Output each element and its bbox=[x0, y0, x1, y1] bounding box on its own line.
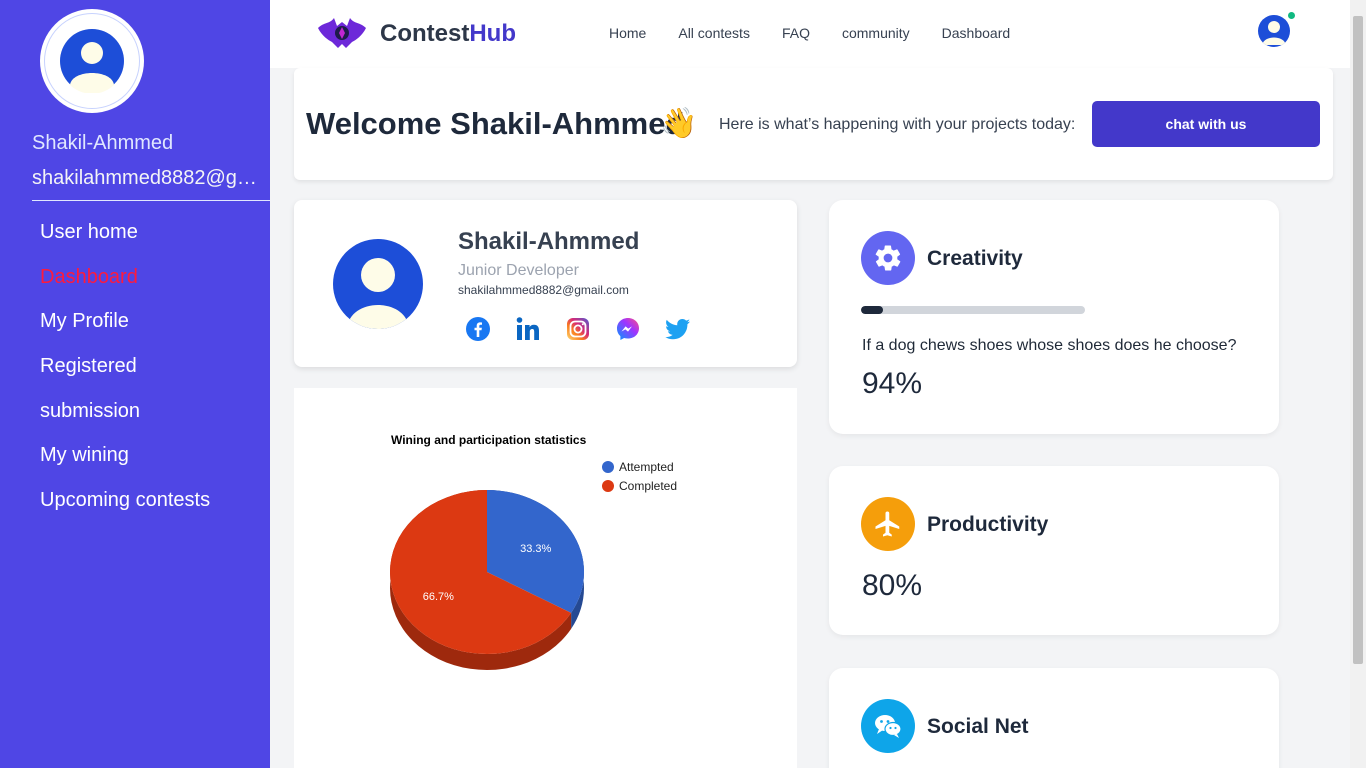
brand-name[interactable]: ContestHub bbox=[380, 20, 516, 48]
chart-legend: Attempted Completed bbox=[602, 460, 677, 493]
linkedin-icon[interactable] bbox=[514, 315, 542, 343]
sidebar-item-registered[interactable]: Registered bbox=[40, 344, 210, 389]
profile-avatar bbox=[333, 239, 423, 329]
stat-card-productivity: Productivity 80% bbox=[829, 466, 1279, 635]
stats-chart-card: Wining and participation statistics Atte… bbox=[294, 388, 797, 768]
brand-part-contest: Contest bbox=[380, 20, 470, 47]
messenger-icon[interactable] bbox=[614, 315, 642, 343]
welcome-panel: Welcome Shakil-Ahmmed 👋 Here is what’s h… bbox=[294, 68, 1333, 180]
social-links bbox=[464, 315, 714, 343]
nav-link-community[interactable]: community bbox=[842, 25, 910, 41]
sidebar-item-my-profile[interactable]: My Profile bbox=[40, 299, 210, 344]
facebook-icon[interactable] bbox=[464, 315, 492, 343]
welcome-subtitle: Here is what’s happening with your proje… bbox=[719, 116, 1076, 133]
creativity-progress-fill bbox=[861, 306, 884, 314]
sidebar-item-dashboard[interactable]: Dashboard bbox=[40, 255, 210, 300]
stat-title-social-net: Social Net bbox=[927, 715, 1029, 738]
sidebar-nav: User home Dashboard My Profile Registere… bbox=[40, 210, 210, 523]
legend-swatch-completed bbox=[602, 480, 614, 492]
airplane-icon bbox=[861, 497, 915, 551]
productivity-percentage: 80% bbox=[862, 569, 923, 602]
creativity-question: If a dog chews shoes whose shoes does he… bbox=[862, 337, 1237, 354]
creativity-percentage: 94% bbox=[862, 367, 923, 400]
pie-slices: 33.3% 66.7% bbox=[390, 490, 584, 670]
chart-title: Wining and participation statistics bbox=[391, 433, 587, 447]
profile-name: Shakil-Ahmmed bbox=[458, 228, 640, 255]
pie-label-completed: 66.7% bbox=[423, 591, 454, 603]
sidebar-divider bbox=[32, 200, 270, 201]
top-nav-links: Home All contests FAQ community Dashboar… bbox=[609, 25, 1042, 41]
bat-logo-icon[interactable] bbox=[316, 14, 368, 50]
nav-link-dashboard[interactable]: Dashboard bbox=[942, 25, 1011, 41]
profile-email: shakilahmmed8882@gmail.com bbox=[458, 283, 629, 297]
pie-label-attempted: 33.3% bbox=[520, 543, 551, 555]
welcome-title: Welcome Shakil-Ahmmed bbox=[306, 106, 685, 141]
sidebar-user-email: shakilahmmed8882@gma.. bbox=[32, 167, 270, 189]
gear-icon bbox=[861, 231, 915, 285]
pie-chart: Wining and participation statistics Atte… bbox=[390, 433, 677, 670]
nav-link-all-contests[interactable]: All contests bbox=[678, 25, 750, 41]
sidebar: Shakil-Ahmmed shakilahmmed8882@gma.. Use… bbox=[0, 0, 270, 768]
scrollbar-thumb[interactable] bbox=[1353, 16, 1363, 664]
creativity-progress-bar bbox=[861, 306, 1085, 314]
profile-card: Shakil-Ahmmed Junior Developer shakilahm… bbox=[294, 200, 797, 367]
instagram-icon[interactable] bbox=[564, 315, 592, 343]
waving-hand-icon: 👋 bbox=[660, 107, 698, 140]
stat-card-creativity: Creativity If a dog chews shoes whose sh… bbox=[829, 200, 1279, 434]
nav-link-home[interactable]: Home bbox=[609, 25, 646, 41]
user-avatar-icon bbox=[1262, 21, 1286, 45]
sidebar-item-upcoming-contests[interactable]: Upcoming contests bbox=[40, 478, 210, 523]
user-avatar-icon bbox=[60, 29, 124, 93]
stat-title-creativity: Creativity bbox=[927, 247, 1023, 270]
legend-swatch-attempted bbox=[602, 461, 614, 473]
twitter-icon[interactable] bbox=[664, 315, 692, 343]
legend-label-attempted[interactable]: Attempted bbox=[619, 460, 674, 474]
online-status-dot bbox=[1288, 12, 1295, 19]
stat-title-productivity: Productivity bbox=[927, 513, 1049, 536]
wechat-icon bbox=[861, 699, 915, 753]
user-avatar-icon bbox=[347, 258, 409, 329]
stat-card-social-net: Social Net bbox=[829, 668, 1279, 768]
nav-link-faq[interactable]: FAQ bbox=[782, 25, 810, 41]
sidebar-item-user-home[interactable]: User home bbox=[40, 210, 210, 255]
legend-label-completed[interactable]: Completed bbox=[619, 479, 677, 493]
top-navbar: ContestHub Home All contests FAQ communi… bbox=[270, 0, 1350, 68]
sidebar-item-my-wining[interactable]: My wining bbox=[40, 433, 210, 478]
chat-with-us-button[interactable]: chat with us bbox=[1092, 101, 1320, 147]
top-user-avatar[interactable] bbox=[1258, 15, 1290, 47]
page-scrollbar[interactable] bbox=[1350, 0, 1366, 768]
profile-role: Junior Developer bbox=[458, 262, 579, 279]
sidebar-user-name: Shakil-Ahmmed bbox=[32, 132, 174, 154]
brand-part-hub: Hub bbox=[469, 20, 516, 47]
sidebar-avatar[interactable] bbox=[40, 9, 144, 113]
sidebar-item-submission[interactable]: submission bbox=[40, 389, 210, 434]
